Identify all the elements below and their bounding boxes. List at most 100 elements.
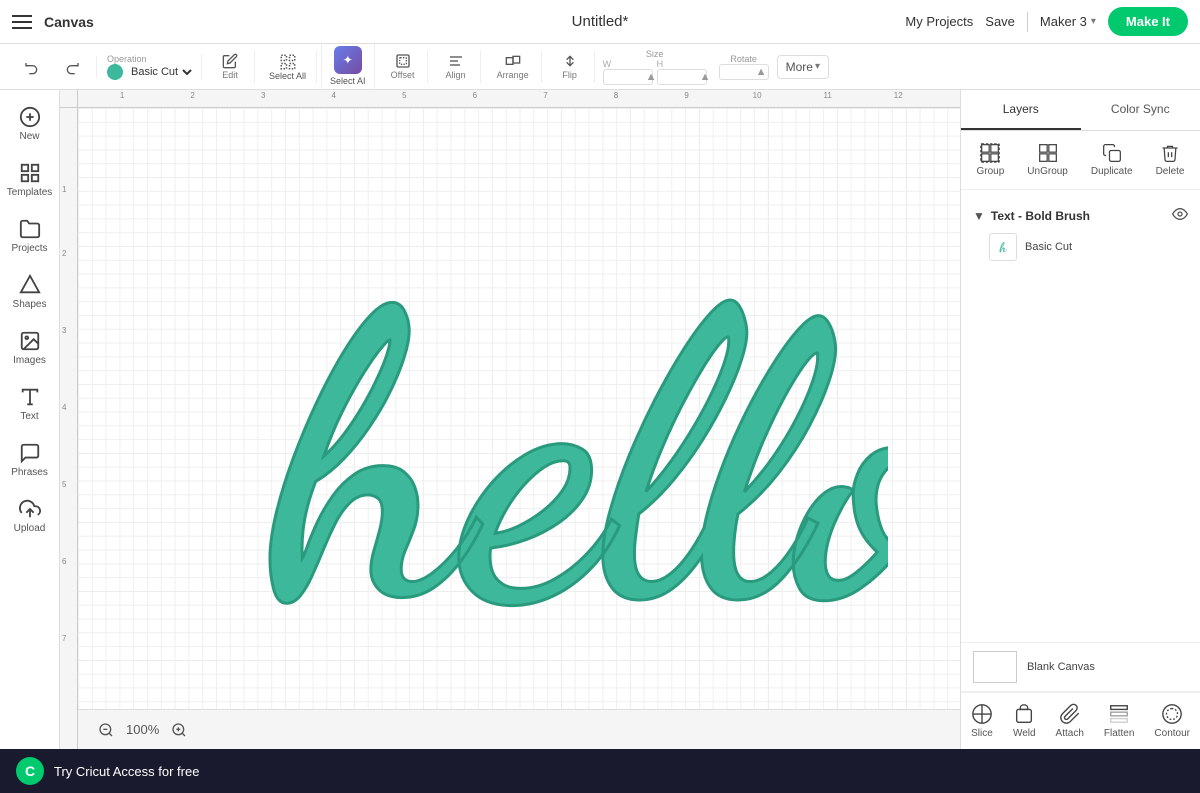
panel-bottom-actions: Slice Weld Attach Flatten Contour	[961, 692, 1200, 749]
sidebar-item-shapes[interactable]: Shapes	[4, 266, 56, 318]
blank-canvas-section: Blank Canvas	[961, 642, 1200, 692]
svg-text:hello: hello	[268, 220, 888, 700]
layer-thumbnail: h	[989, 233, 1017, 261]
shapes-icon	[19, 274, 41, 296]
ruler-left-ticks: 1 2 3 4 5 6 7	[60, 108, 77, 749]
sidebar-item-upload[interactable]: Upload	[4, 490, 56, 542]
menu-icon[interactable]	[12, 15, 32, 29]
redo-button[interactable]	[54, 56, 90, 78]
flip-button[interactable]: Flip	[552, 50, 588, 83]
height-value[interactable]	[662, 71, 700, 83]
tab-layers[interactable]: Layers	[961, 90, 1081, 130]
offset-button[interactable]: Offset	[385, 50, 421, 83]
select-all-button[interactable]: Select All	[265, 51, 310, 83]
my-projects-button[interactable]: My Projects	[905, 14, 973, 29]
divider	[1027, 12, 1028, 32]
layer-group-header[interactable]: ▼ Text - Bold Brush	[969, 202, 1192, 229]
w-label: W	[603, 59, 612, 69]
zoom-bar: 100%	[78, 709, 960, 749]
offset-group: Offset	[379, 50, 428, 83]
select-ai-icon: ✦	[334, 46, 362, 74]
undo-button[interactable]	[14, 56, 50, 78]
duplicate-button[interactable]: Duplicate	[1083, 139, 1141, 181]
rotate-label: Rotate	[730, 54, 757, 64]
make-it-button[interactable]: Make It	[1108, 7, 1188, 36]
contour-button[interactable]: Contour	[1148, 699, 1196, 743]
templates-label: Templates	[7, 187, 53, 198]
slice-button[interactable]: Slice	[965, 699, 999, 743]
operation-group: Operation Basic Cut	[101, 54, 202, 80]
width-value[interactable]	[608, 71, 646, 83]
save-button[interactable]: Save	[985, 14, 1015, 29]
hello-text-container[interactable]: hello	[208, 168, 888, 713]
phrases-label: Phrases	[11, 467, 48, 478]
height-input[interactable]: ▲	[657, 69, 707, 85]
cricut-banner-text: Try Cricut Access for free	[54, 764, 199, 779]
group-button[interactable]: Group	[969, 139, 1013, 181]
edit-button[interactable]: Edit	[212, 50, 248, 83]
flatten-icon	[1108, 703, 1130, 725]
operation-select[interactable]: Basic Cut	[127, 65, 195, 79]
canvas-area[interactable]: 1 2 3 4 5 6 7 8 9 10 11 12 1 2 3 4 5	[60, 90, 960, 749]
shapes-label: Shapes	[13, 299, 47, 310]
delete-button[interactable]: Delete	[1148, 139, 1193, 181]
size-group: Size W ▲ H ▲	[599, 49, 711, 85]
sidebar-item-projects[interactable]: Projects	[4, 210, 56, 262]
sidebar-item-new[interactable]: New	[4, 98, 56, 150]
main-layout: New Templates Projects Shapes Images Tex…	[0, 90, 1200, 749]
toolbar: Operation Basic Cut Edit Select All ✦	[0, 44, 1200, 90]
text-icon	[19, 386, 41, 408]
layer-visibility-icon[interactable]	[1172, 206, 1188, 225]
attach-button[interactable]: Attach	[1050, 699, 1090, 743]
arrange-button[interactable]: Arrange	[491, 50, 535, 83]
right-panel: Layers Color Sync Group UnGroup Duplicat…	[960, 90, 1200, 749]
more-chevron-icon: ▾	[815, 61, 820, 72]
new-icon	[19, 106, 41, 128]
flip-group: Flip	[546, 50, 595, 83]
templates-icon	[19, 162, 41, 184]
upload-icon	[19, 498, 41, 520]
cricut-logo: C	[16, 757, 44, 785]
phrases-icon	[19, 442, 41, 464]
delete-icon	[1160, 143, 1180, 163]
hello-text-svg: hello	[208, 168, 888, 708]
align-button[interactable]: Align	[438, 50, 474, 83]
sidebar-item-images[interactable]: Images	[4, 322, 56, 374]
sidebar-item-templates[interactable]: Templates	[4, 154, 56, 206]
zoom-out-button[interactable]	[94, 718, 118, 742]
rotate-value[interactable]	[724, 66, 756, 78]
arrange-label: Arrange	[497, 70, 529, 80]
size-label: Size	[646, 49, 664, 59]
chevron-down-icon: ▾	[1091, 16, 1096, 27]
offset-label: Offset	[391, 70, 415, 80]
new-label: New	[19, 131, 39, 142]
rotate-input[interactable]: ▲	[719, 64, 769, 80]
width-group: W ▲	[603, 59, 653, 85]
sidebar-item-phrases[interactable]: Phrases	[4, 434, 56, 486]
ungroup-button[interactable]: UnGroup	[1019, 139, 1076, 181]
weld-button[interactable]: Weld	[1007, 699, 1042, 743]
width-input[interactable]: ▲	[603, 69, 653, 85]
arrange-group: Arrange	[485, 50, 542, 83]
ruler-top: 1 2 3 4 5 6 7 8 9 10 11 12	[78, 90, 960, 108]
cricut-banner[interactable]: C Try Cricut Access for free	[0, 749, 1200, 793]
ruler-left: 1 2 3 4 5 6 7	[60, 108, 78, 749]
contour-icon	[1161, 703, 1183, 725]
sidebar-item-text[interactable]: Text	[4, 378, 56, 430]
group-icon	[980, 143, 1000, 163]
zoom-level: 100%	[126, 722, 159, 737]
flatten-button[interactable]: Flatten	[1098, 699, 1141, 743]
slice-icon	[971, 703, 993, 725]
document-title: Untitled*	[572, 13, 629, 30]
more-button[interactable]: More ▾	[777, 55, 829, 79]
height-group: H ▲	[657, 59, 707, 85]
app-title: Canvas	[44, 14, 94, 30]
top-bar: Canvas Untitled* My Projects Save Maker …	[0, 0, 1200, 44]
layer-item[interactable]: h Basic Cut	[969, 229, 1192, 265]
tab-color-sync[interactable]: Color Sync	[1081, 90, 1200, 130]
select-all-label: Select All	[269, 71, 306, 81]
h-label: H	[657, 59, 664, 69]
maker-selector[interactable]: Maker 3 ▾	[1040, 14, 1096, 29]
select-ai-section[interactable]: ✦ Select AI	[321, 42, 375, 91]
zoom-in-button[interactable]	[167, 718, 191, 742]
